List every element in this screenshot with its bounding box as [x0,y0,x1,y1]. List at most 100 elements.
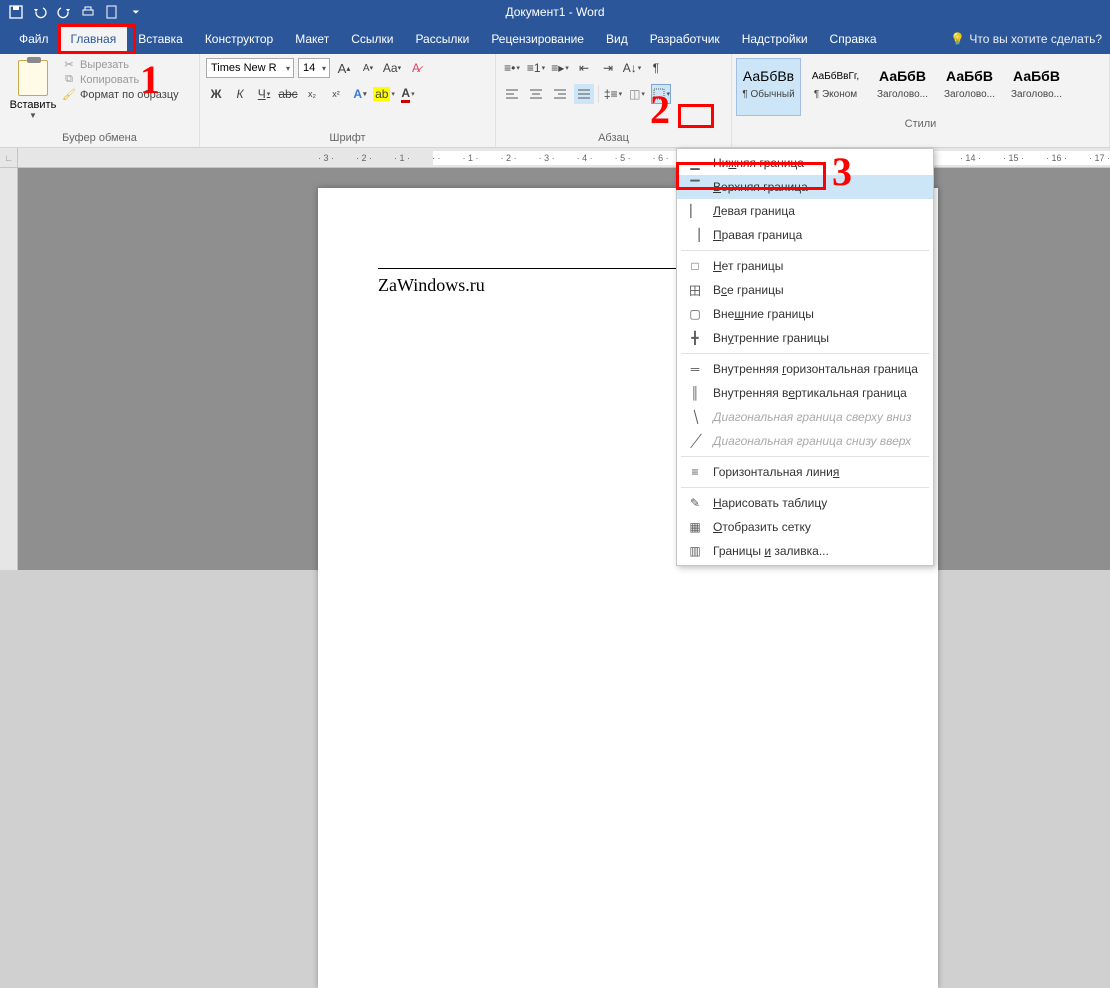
tab-mailings[interactable]: Рассылки [404,26,480,52]
sort-button[interactable]: A↓ [622,58,642,78]
cut-button[interactable]: ✂Вырезать [62,58,179,71]
tab-view[interactable]: Вид [595,26,639,52]
align-right-button[interactable] [550,84,570,104]
font-color-button[interactable]: A [398,84,418,104]
group-font: Times New R 14 A▴ A▾ Aa▾ A̷ Ж К Ч abc x₂… [200,54,496,147]
text-effects-button[interactable]: A [350,84,370,104]
document-scroll[interactable]: ZaWindows.ru [18,168,1110,570]
horizontal-ruler[interactable]: ∟ · 3 ·· 2 ·· 1 ·· ·· 1 ·· 2 ·· 3 ·· 4 ·… [0,148,1110,168]
paste-button[interactable]: Вставить ▼ [6,58,60,120]
qat-customize-icon[interactable]: ⏷ [126,2,146,22]
tell-me-search[interactable]: 💡 Что вы хотите сделать? [950,32,1110,46]
superscript-button[interactable]: x² [326,84,346,104]
underline-button[interactable]: Ч [254,84,274,104]
menu-item-top[interactable]: ▔Верхняя граница [677,175,933,199]
menu-label: Нет границы [713,259,783,273]
line-spacing-button[interactable]: ‡≡ [603,84,623,104]
tab-review[interactable]: Рецензирование [480,26,595,52]
font-name-combo[interactable]: Times New R [206,58,294,78]
grow-font-button[interactable]: A▴ [334,58,354,78]
scissors-icon: ✂ [62,58,76,71]
tab-references[interactable]: Ссылки [340,26,404,52]
menu-item-draw[interactable]: ✎Нарисовать таблицу [677,491,933,515]
tab-help[interactable]: Справка [819,26,888,52]
menu-label: Границы и заливка... [713,544,829,558]
menu-item-bottom[interactable]: ▁ Нижняя граница [677,151,933,175]
menu-item-ih[interactable]: ═Внутренняя горизонтальная граница [677,357,933,381]
border-dialog-icon: ▥ [687,543,703,559]
menu-item-dialog[interactable]: ▥ Границы и заливка... [677,539,933,563]
multilevel-button[interactable]: ≡▸ [550,58,570,78]
menu-item-all[interactable]: 田Все границы [677,278,933,302]
group-label-font: Шрифт [200,130,495,147]
menu-label: Правая граница [713,228,802,242]
menu-item-ddown: ╲Диагональная граница сверху вниз [677,405,933,429]
shrink-font-button[interactable]: A▾ [358,58,378,78]
tab-design[interactable]: Конструктор [194,26,284,52]
border-bottom-icon: ▁ [687,155,703,171]
save-icon[interactable] [6,2,26,22]
menu-item-grid[interactable]: ▦Отобразить сетку [677,515,933,539]
format-painter-button[interactable]: 🖌Формат по образцу [62,88,179,101]
tab-developer[interactable]: Разработчик [639,26,731,52]
menu-item-iv[interactable]: ║Внутренняя вертикальная граница [677,381,933,405]
bold-button[interactable]: Ж [206,84,226,104]
undo-icon[interactable] [30,2,50,22]
tab-home[interactable]: Главная [60,26,128,52]
style-preview: АаБбВвГг, [812,59,859,89]
numbering-button[interactable]: ≡1 [526,58,546,78]
style-item[interactable]: АаБбВЗаголово... [870,58,935,116]
newdoc-icon[interactable] [102,2,122,22]
group-label-styles: Стили [732,116,1109,133]
menu-label: Нижняя граница [713,156,804,170]
style-item[interactable]: АаБбВЗаголово... [1004,58,1069,116]
border-iv-icon: ║ [687,385,703,401]
menu-item-hline[interactable]: ≡ Горизонтальная линия [677,460,933,484]
tab-layout[interactable]: Макет [284,26,340,52]
vertical-ruler[interactable] [0,168,18,570]
increase-indent-button[interactable]: ⇥ [598,58,618,78]
highlight-button[interactable]: ab [374,84,394,104]
tab-file[interactable]: Файл [8,26,60,52]
border-ih-icon: ═ [687,361,703,377]
align-left-button[interactable] [502,84,522,104]
show-marks-button[interactable]: ¶ [646,58,666,78]
callout-number-1: 1 [140,56,160,103]
style-item[interactable]: АаБбВв¶ Обычный [736,58,801,116]
copy-icon: ⧉ [62,73,76,86]
font-size-combo[interactable]: 14 [298,58,330,78]
border-dup-icon: ╱ [687,433,703,449]
italic-button[interactable]: К [230,84,250,104]
menu-separator [681,487,929,488]
menu-label: Горизонтальная линия [713,465,839,479]
copy-button[interactable]: ⧉Копировать [62,73,179,86]
menu-item-outside[interactable]: ▢Внешние границы [677,302,933,326]
decrease-indent-button[interactable]: ⇤ [574,58,594,78]
shading-button[interactable]: ◫ [627,84,647,104]
tab-insert[interactable]: Вставка [127,26,194,52]
clear-formatting-button[interactable]: A̷ [406,58,426,78]
menu-label: Все границы [713,283,784,297]
border-hline-icon: ≡ [687,464,703,480]
tab-addins[interactable]: Надстройки [731,26,819,52]
menu-item-right[interactable]: ▕Правая граница [677,223,933,247]
change-case-button[interactable]: Aa▾ [382,58,402,78]
style-item[interactable]: АаБбВвГг,¶ Эконом [803,58,868,116]
menu-separator [681,353,929,354]
tab-selector[interactable]: ∟ [0,148,18,167]
style-preview: АаБбВ [879,59,926,89]
menu-item-left[interactable]: ▏Левая граница [677,199,933,223]
document-text[interactable]: ZaWindows.ru [378,275,485,296]
bullets-button[interactable]: ≡• [502,58,522,78]
menu-item-none[interactable]: □Нет границы [677,254,933,278]
justify-button[interactable] [574,84,594,104]
menu-item-inside[interactable]: ╋Внутренние границы [677,326,933,350]
align-center-button[interactable] [526,84,546,104]
quickprint-icon[interactable] [78,2,98,22]
redo-icon[interactable] [54,2,74,22]
strikethrough-button[interactable]: abc [278,84,298,104]
menu-label: Внутренние границы [713,331,829,345]
style-name: ¶ Обычный [737,89,800,100]
style-item[interactable]: АаБбВЗаголово... [937,58,1002,116]
subscript-button[interactable]: x₂ [302,84,322,104]
